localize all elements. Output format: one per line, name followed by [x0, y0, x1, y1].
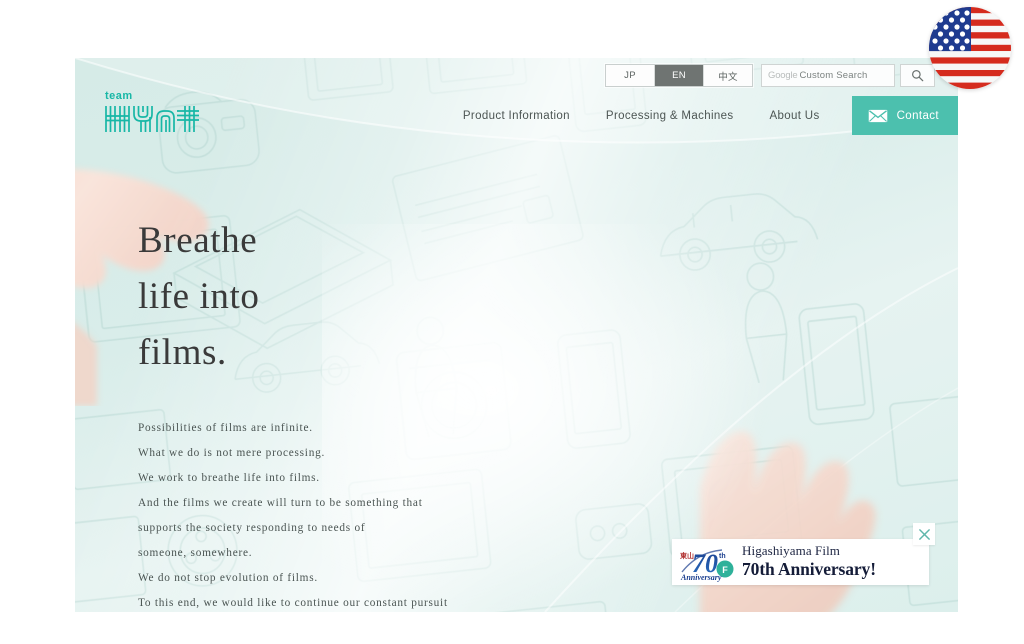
- hero-title: Breathe life into films.: [138, 213, 448, 382]
- hero-body-line-3: We work to breathe life into films.: [138, 471, 320, 484]
- hero-body-line-4: And the films we create will turn to be …: [138, 496, 423, 509]
- hero-title-line-2: life into: [138, 276, 260, 318]
- anniversary-banner-line2: 70th Anniversary!: [742, 558, 876, 580]
- banner-close-button[interactable]: [913, 523, 935, 545]
- anniversary-banner-line1: Higashiyama Film: [742, 543, 841, 559]
- nav-item-product-information[interactable]: Product Information: [445, 96, 588, 135]
- hero-title-line-1: Breathe: [138, 220, 258, 261]
- language-switcher[interactable]: JP EN 中文: [605, 64, 753, 87]
- hero-body-line-6: someone, somewhere.: [138, 547, 253, 560]
- anniversary-banner-text: Higashiyama Film 70th Anniversary!: [742, 544, 876, 579]
- anniversary-banner-suffix: th Anniversary!: [759, 558, 876, 579]
- hero-body-line-5: supports the society responding to needs…: [138, 522, 366, 535]
- us-flag-icon: [929, 7, 1011, 89]
- website-viewport: team JP EN 中文 Google Custom Search Produ…: [75, 58, 958, 612]
- anniversary-70-icon: F 東山 70 th Anniversary: [680, 549, 734, 582]
- envelope-icon: [868, 109, 887, 122]
- anniversary-banner-number: 70: [742, 558, 760, 579]
- hero-copy: Breathe life into films. Possibilities o…: [138, 213, 448, 612]
- hero-body-line-8: To this end, we would like to continue o…: [138, 597, 448, 610]
- contact-button-label: Contact: [896, 109, 939, 122]
- hero-body: Possibilities of films are infinite. Wha…: [138, 416, 448, 612]
- utility-bar: JP EN 中文 Google Custom Search: [605, 64, 935, 87]
- hero-body-line-1: Possibilities of films are infinite.: [138, 421, 313, 434]
- anniversary-superscript: th: [719, 553, 726, 560]
- search-placeholder-brand: Google: [768, 70, 798, 81]
- contact-button[interactable]: Contact: [851, 96, 958, 135]
- nav-item-about-us[interactable]: About Us: [751, 96, 837, 135]
- search-icon: [912, 70, 924, 82]
- svg-text:F: F: [722, 565, 728, 575]
- hynt-logo-mark: team: [105, 90, 199, 132]
- lang-button-zh[interactable]: 中文: [704, 65, 752, 86]
- search-input[interactable]: Google Custom Search: [761, 64, 895, 87]
- search-area: Google Custom Search: [761, 64, 935, 87]
- close-icon: [918, 528, 930, 540]
- nav-item-processing-machines[interactable]: Processing & Machines: [588, 96, 752, 135]
- site-logo[interactable]: team: [103, 86, 207, 139]
- main-navigation: Product Information Processing & Machine…: [445, 96, 958, 135]
- search-button[interactable]: [900, 64, 935, 87]
- search-placeholder-text: Custom Search: [799, 70, 868, 81]
- us-flag-badge[interactable]: [929, 7, 1011, 89]
- hero-body-line-2: What we do is not mere processing.: [138, 446, 326, 459]
- anniversary-sub: Anniversary: [680, 573, 722, 582]
- lang-button-en[interactable]: EN: [655, 65, 704, 86]
- lang-button-jp[interactable]: JP: [606, 65, 655, 86]
- hero-title-line-3: films.: [138, 332, 227, 374]
- anniversary-logo-mark: F 東山 70 th Anniversary: [678, 542, 736, 582]
- hero-body-line-7: We do not stop evolution of films.: [138, 572, 318, 585]
- anniversary-banner[interactable]: F 東山 70 th Anniversary Higashiyama Film …: [672, 539, 929, 585]
- logo-top-text: team: [105, 90, 133, 102]
- browser-canvas: team JP EN 中文 Google Custom Search Produ…: [0, 0, 1024, 644]
